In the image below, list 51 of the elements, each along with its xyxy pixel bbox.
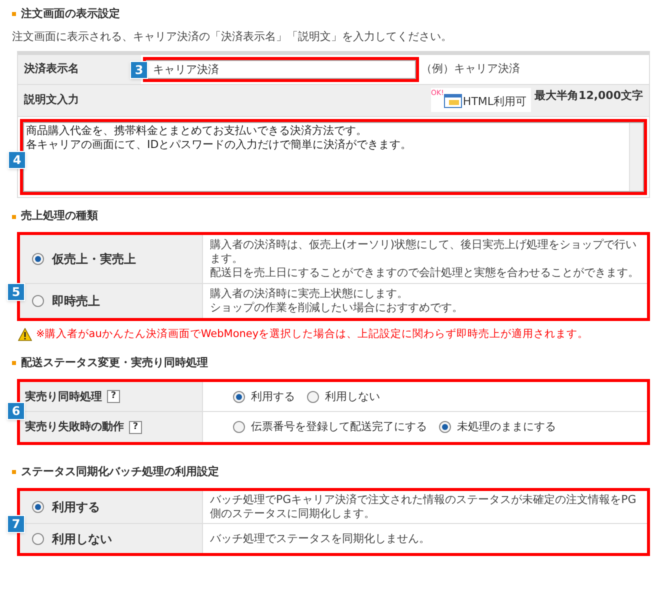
help-button[interactable]: ? [129,420,142,434]
option-label[interactable]: 即時売上 [52,292,100,310]
section-description: 注文画面に表示される、キャリア決済の「決済表示名」「説明文」を入力してください。 [11,29,453,45]
setting-label: 実売り失敗時の動作 [25,419,124,435]
display-name-input[interactable]: キャリア決済 [146,60,416,78]
description-line: ショップの作業を削減したい場合におすすめです。 [210,300,464,314]
radio-button[interactable] [439,421,451,434]
annotation-number: 4 [8,150,26,168]
radio-button[interactable] [307,390,319,403]
option-label[interactable]: 利用する [52,498,100,516]
option-label[interactable]: 利用する [251,388,295,405]
description-line: 購入者の決済時に実売上状態にします。 [210,286,409,300]
option-label[interactable]: 利用しない [325,388,380,405]
description-line: バッチ処理でステータスを同期化しません。 [210,532,430,546]
annotation-number: 5 [7,282,25,300]
html-allowed-label: HTML利用可 [462,94,527,110]
help-button[interactable]: ? [107,390,120,404]
radio-button[interactable] [32,501,44,514]
section-title: 売上処理の種類 [21,208,98,224]
warning-text: ※購入者がauかんたん決済画面でWebMoneyを選択した場合は、上記設定に関わらず即時売上が適用されます。 [36,326,589,342]
description-line: 購入者の決済時は、仮売上(オーソリ)状態にして、後日実売上げ処理をショップで行います。 [210,238,638,266]
section-title: 注文画面の表示設定 [21,6,120,22]
section-title: 配送ステータス変更・実売り同時処理 [21,355,208,371]
annotation-number: 6 [7,402,25,420]
option-label[interactable]: 伝票番号を登録して配送完了にする [251,419,427,436]
radio-button[interactable] [233,421,245,434]
example-text: （例）キャリア決済 [421,60,520,77]
character-limit: 最大半角12,000文字 [534,88,644,104]
description-textarea[interactable]: 商品購入代金を、携帯料金とまとめてお支払いできる決済方法です。 各キャリアの画面にて、IDとパスワードの入力だけで簡単に決済ができます。 [23,122,644,192]
radio-button[interactable] [32,532,44,545]
option-label[interactable]: 仮売上・実売上 [52,250,136,268]
scrollbar [629,122,643,190]
bullet-icon [12,361,16,366]
bullet-icon [12,214,16,218]
bullet-icon [12,12,16,16]
radio-button[interactable] [233,390,245,403]
field-label: 説明文入力 [22,92,80,108]
textarea-line: 商品購入代金を、携帯料金とまとめてお支払いできる決済方法です。 [26,124,368,138]
textarea-line: 各キャリアの画面にて、IDとパスワードの入力だけで簡単に決済ができます。 [26,138,413,152]
section-title: ステータス同期化バッチ処理の利用設定 [21,464,219,480]
warning-icon [18,328,32,341]
option-label[interactable]: 未処理のままにする [457,419,556,436]
setting-label: 実売り同時処理 [25,388,102,404]
description-line: バッチ処理でPGキャリア決済で注文された情報のステータスが未確定の注文情報をPG側のステータスに同期化します。 [210,493,638,522]
annotation-number: 3 [130,60,148,78]
browser-window-icon [444,94,462,108]
bullet-icon [12,470,16,474]
description-line: 配送日を売上日にすることができますので会計処理と実態を合わせることができます。 [210,266,640,280]
annotation-number: 7 [7,515,25,534]
radio-button[interactable] [32,252,44,264]
radio-button[interactable] [32,294,44,306]
